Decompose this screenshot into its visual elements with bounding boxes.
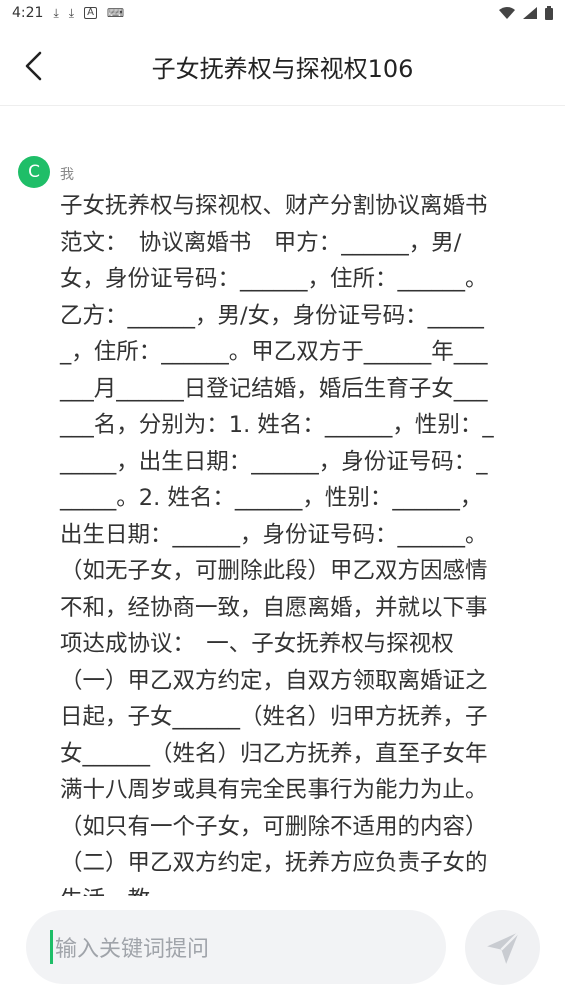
download-icon: ⤓ <box>53 6 59 20</box>
chevron-left-icon <box>25 51 42 81</box>
back-button[interactable] <box>16 48 52 84</box>
header: 子女抚养权与探视权106 <box>0 26 565 106</box>
send-icon <box>486 930 520 964</box>
input-placeholder: 输入关键词提问 <box>55 937 210 962</box>
wifi-icon <box>499 7 515 19</box>
keyboard-icon: ⌨ <box>106 6 125 20</box>
status-right <box>499 6 553 20</box>
input-bar: 输入关键词提问 <box>0 896 565 1004</box>
chat-area[interactable]: C 我 子女抚养权与探视权、财产分割协议离婚书范文： 协议离婚书 甲方：____… <box>0 106 565 896</box>
send-button[interactable] <box>465 910 540 985</box>
status-bar: 4:21 ⤓ ⤓ A ⌨ <box>0 0 565 26</box>
status-left: 4:21 ⤓ ⤓ A ⌨ <box>12 5 124 21</box>
question-input[interactable]: 输入关键词提问 <box>26 910 446 984</box>
text-caret <box>50 930 53 964</box>
avatar: C <box>18 156 50 188</box>
message-text: 子女抚养权与探视权、财产分割协议离婚书范文： 协议离婚书 甲方：______，男… <box>60 193 494 896</box>
signal-icon <box>523 7 537 19</box>
page-title: 子女抚养权与探视权106 <box>151 54 414 83</box>
sender-name: 我 <box>60 167 74 183</box>
status-time: 4:21 <box>12 5 44 21</box>
battery-icon <box>545 6 553 20</box>
download-icon: ⤓ <box>68 6 75 20</box>
a-icon: A <box>84 7 97 19</box>
